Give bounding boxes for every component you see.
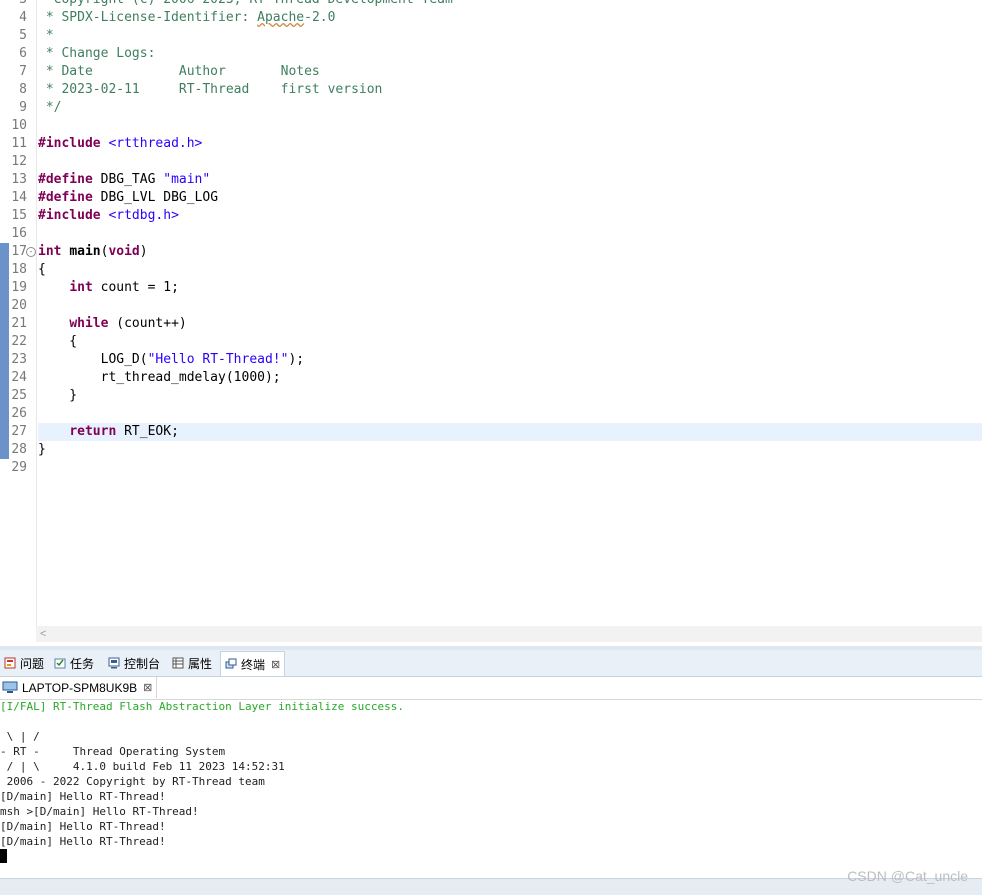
terminal-line: [D/main] Hello RT-Thread!: [0, 790, 166, 803]
line-number: 22: [11, 334, 27, 349]
code-line[interactable]: #define DBG_TAG "main": [38, 171, 210, 189]
line-number: 3: [11, 0, 27, 9]
close-icon[interactable]: ⊠: [271, 658, 280, 671]
line-number: 15: [11, 208, 27, 223]
terminal-line: [I/FAL] RT-Thread Flash Abstraction Laye…: [0, 700, 404, 713]
line-number: 19: [11, 280, 27, 295]
terminal-line: - RT - Thread Operating System: [0, 745, 226, 758]
line-number: 20: [11, 298, 27, 313]
line-number: 29: [11, 460, 27, 475]
line-number: 23: [11, 352, 27, 367]
code-line[interactable]: * SPDX-License-Identifier: Apache-2.0: [38, 9, 336, 27]
tab-label: 属性: [188, 656, 213, 671]
line-number: 24: [11, 370, 27, 385]
code-line[interactable]: while (count++): [38, 315, 186, 333]
line-number: 7: [19, 64, 27, 79]
tasks-icon: [54, 658, 66, 669]
code-line[interactable]: *: [38, 27, 54, 45]
line-number: 26: [11, 406, 27, 421]
properties-icon: [172, 657, 184, 669]
terminal-icon: [225, 658, 237, 669]
current-line-highlight: [38, 423, 982, 441]
scroll-left-icon[interactable]: <: [40, 626, 46, 642]
code-line[interactable]: int count = 1;: [38, 279, 179, 297]
line-number: 12: [11, 154, 27, 169]
horizontal-scrollbar[interactable]: <: [36, 626, 982, 642]
problems-icon: [4, 657, 16, 669]
line-number: 8: [19, 82, 27, 97]
code-line[interactable]: */: [38, 99, 62, 117]
line-number: 28: [11, 442, 27, 457]
code-line[interactable]: * 2023-02-11 RT-Thread first version: [38, 81, 383, 99]
close-icon[interactable]: ⊠: [143, 681, 152, 694]
code-editor[interactable]: 3 Copyright (c) 2006-2023, RT-Thread Dev…: [0, 0, 982, 646]
tab-properties[interactable]: 属性: [168, 652, 216, 674]
terminal-line: [D/main] Hello RT-Thread!: [0, 835, 166, 848]
console-icon: [108, 657, 120, 669]
terminal-connection-bar: LAPTOP-SPM8UK9B ⊠: [0, 677, 982, 700]
line-number: 10: [11, 118, 27, 133]
line-number: 18: [11, 262, 27, 277]
line-number: 5: [19, 28, 27, 43]
terminal-host-label: LAPTOP-SPM8UK9B: [22, 680, 138, 695]
tab-label: 问题: [20, 656, 45, 671]
code-line[interactable]: {: [38, 333, 77, 351]
line-number: 21: [11, 316, 27, 331]
terminal-line: 2006 - 2022 Copyright by RT-Thread team: [0, 775, 265, 788]
code-line[interactable]: Copyright (c) 2006-2023, RT-Thread Devel…: [38, 0, 453, 9]
code-line[interactable]: }: [38, 387, 77, 405]
line-number: 16: [11, 226, 27, 241]
code-line[interactable]: rt_thread_mdelay(1000);: [38, 369, 281, 387]
tab-label: 控制台: [124, 656, 161, 671]
terminal-line: [D/main] Hello RT-Thread!: [0, 820, 166, 833]
line-number: 13: [11, 172, 27, 187]
line-number: 9: [19, 100, 27, 115]
line-number: 11: [11, 136, 27, 151]
terminal-output[interactable]: [I/FAL] RT-Thread Flash Abstraction Laye…: [0, 700, 982, 876]
tab-label: 终端: [241, 657, 266, 672]
terminal-connection-tab[interactable]: LAPTOP-SPM8UK9B ⊠: [0, 677, 158, 698]
code-line[interactable]: #include <rtthread.h>: [38, 135, 202, 153]
tab-label: 任务: [70, 656, 95, 671]
tab-problems[interactable]: 问题: [0, 652, 48, 674]
terminal-line: \ | /: [0, 730, 40, 743]
fold-collapse-icon[interactable]: -: [26, 247, 36, 257]
terminal-line: msh >[D/main] Hello RT-Thread!: [0, 805, 199, 818]
tab-console[interactable]: 控制台: [104, 652, 164, 674]
code-line[interactable]: LOG_D("Hello RT-Thread!");: [38, 351, 305, 369]
terminal-cursor: [0, 849, 7, 863]
code-line[interactable]: #define DBG_LVL DBG_LOG: [38, 189, 218, 207]
line-number: 14: [11, 190, 27, 205]
code-line[interactable]: * Date Author Notes: [38, 63, 320, 81]
line-number: 17: [11, 244, 27, 259]
code-line[interactable]: }: [38, 441, 46, 459]
code-line[interactable]: * Change Logs:: [38, 45, 156, 63]
tab-tasks[interactable]: 任务: [50, 652, 98, 674]
code-line[interactable]: int main(void): [38, 243, 148, 261]
computer-icon: [2, 681, 18, 693]
code-line[interactable]: return RT_EOK;: [38, 423, 179, 441]
status-bar: [0, 878, 982, 895]
line-number: 27: [11, 424, 27, 439]
code-line[interactable]: {: [38, 261, 46, 279]
watermark: CSDN @Cat_uncle: [847, 868, 968, 884]
change-indicator-bar: [0, 243, 9, 459]
line-number: 4: [19, 10, 27, 25]
line-number: 6: [19, 46, 27, 61]
code-line[interactable]: #include <rtdbg.h>: [38, 207, 179, 225]
terminal-line: / | \ 4.1.0 build Feb 11 2023 14:52:31: [0, 760, 285, 773]
tab-terminal[interactable]: 终端 ⊠: [220, 651, 286, 676]
view-tab-bar: 问题 任务 控制台 属性 终端 ⊠: [0, 650, 982, 677]
line-number: 25: [11, 388, 27, 403]
